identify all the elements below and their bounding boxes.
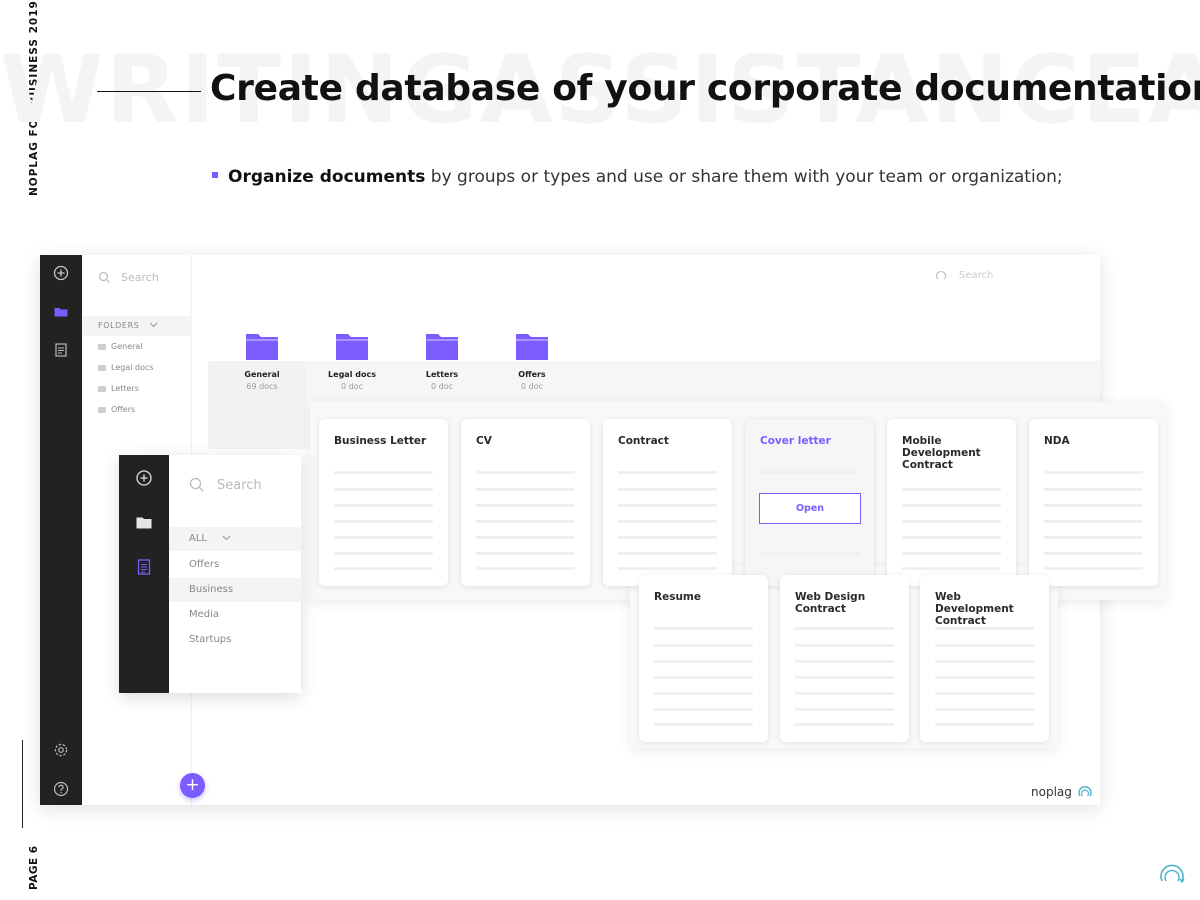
folders-search-placeholder: Search [121,271,159,284]
help-icon[interactable] [52,780,70,798]
open-button[interactable]: Open [759,493,861,524]
folder-icon[interactable] [52,303,70,321]
document-icon[interactable] [135,558,153,576]
bullet-square-icon [212,172,218,178]
folder-tile[interactable]: Legal docs 0 doc [317,332,387,391]
folder-list-item[interactable]: Letters [98,384,139,393]
folder-tile[interactable]: Letters 0 doc [407,332,477,391]
gear-icon[interactable] [52,741,70,759]
folder-icon [336,332,368,360]
document-icon[interactable] [52,341,70,359]
folder-icon [246,332,278,360]
folder-icon [98,343,106,350]
type-item[interactable]: Startups [169,628,301,652]
plus-circle-icon[interactable] [135,469,153,487]
plus-circle-icon[interactable] [52,264,70,282]
chevron-down-icon [222,535,231,541]
type-item[interactable]: Media [169,603,301,627]
folder-list-item[interactable]: Offers [98,405,135,414]
bullet-bold-text: Organize documents [228,167,426,187]
folder-icon [98,364,106,371]
template-card[interactable]: CV [461,419,590,586]
template-card[interactable]: NDA [1029,419,1158,586]
folder-icon [426,332,458,360]
top-search[interactable]: Search [935,269,999,279]
types-search[interactable]: Search [189,477,262,493]
types-rail [119,455,169,693]
noplag-logo-icon [1078,786,1092,797]
template-card[interactable]: Web Development Contract [920,575,1049,742]
left-rail [40,255,82,805]
brand-logo: noplag [1031,784,1093,800]
template-card[interactable]: Mobile Development Contract [887,419,1016,586]
folder-list-item[interactable]: Legal docs [98,363,154,372]
template-card-active[interactable]: Cover letter Open [745,419,874,586]
bullet-text: by groups or types and use or share them… [425,167,1063,187]
folder-icon[interactable] [135,514,153,532]
title-rule [97,91,201,92]
types-filter-dropdown[interactable]: ALL [169,527,301,551]
template-card[interactable]: Contract [603,419,732,586]
type-item[interactable]: Business [169,578,301,602]
search-icon [98,271,110,283]
add-document-button[interactable]: + [180,773,205,798]
folder-icon [98,406,106,413]
types-search-placeholder: Search [217,477,262,493]
types-panel: Search ALL Offers Business Media Startup… [119,455,301,693]
noplag-logo-icon [1158,860,1186,888]
template-card[interactable]: Business Letter [319,419,448,586]
page-label: PAGE 6 [28,845,40,890]
search-icon [935,270,947,279]
template-card[interactable]: Web Design Contract [780,575,909,742]
vertical-divider [22,740,23,828]
folders-header[interactable]: FOLDERS [82,316,192,336]
folders-search[interactable]: Search [98,271,159,284]
type-item[interactable]: Offers [169,553,301,577]
folder-icon [516,332,548,360]
template-card[interactable]: Resume [639,575,768,742]
chevron-down-icon [149,322,157,328]
folder-list-item[interactable]: General [98,342,143,351]
search-icon [189,477,204,492]
page-title: Create database of your corporate docume… [210,68,1200,109]
folder-icon [98,385,106,392]
top-search-placeholder: Search [959,270,994,279]
feature-bullet: Organize documents by groups or types an… [212,167,1063,187]
folder-tile[interactable]: Offers 0 doc [497,332,567,391]
folder-tile[interactable]: General 69 docs [227,332,297,391]
